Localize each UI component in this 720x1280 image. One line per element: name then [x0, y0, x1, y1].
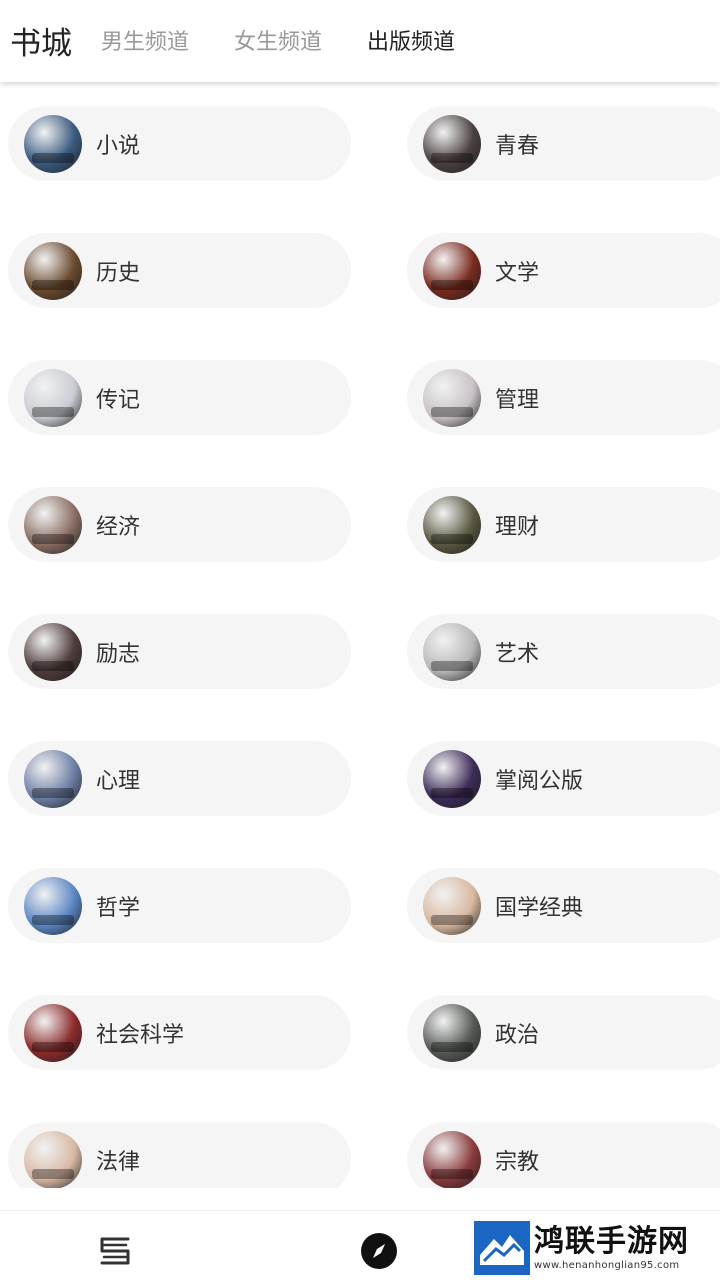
category-item-youth[interactable]: 青春	[407, 106, 720, 181]
tab-female-channel[interactable]: 女生频道	[234, 24, 322, 56]
category-item-chinese-classics[interactable]: 国学经典	[407, 868, 720, 943]
category-label: 艺术	[495, 641, 540, 667]
category-item-novel[interactable]: 小说	[8, 106, 351, 181]
watermark-url: www.henanhonglian95.com	[534, 1260, 680, 1271]
category-item-law[interactable]: 法律	[8, 1122, 351, 1188]
category-cover-icon	[423, 622, 481, 681]
category-label: 传记	[96, 387, 141, 413]
category-cover-icon	[423, 241, 481, 300]
top-header: 书城 男生频道 女生频道 出版频道	[0, 0, 720, 82]
category-label: 政治	[495, 1022, 540, 1048]
category-label: 法律	[96, 1149, 141, 1175]
category-label: 经济	[96, 514, 141, 540]
category-item-finance[interactable]: 理财	[407, 487, 720, 562]
category-grid: 小说 历史 传记 经济 励志 心理 哲学 社会科学 法律 青春 文学 管理 理财…	[0, 82, 720, 1188]
category-item-management[interactable]: 管理	[407, 360, 720, 435]
category-item-social-science[interactable]: 社会科学	[8, 995, 351, 1070]
watermark: 鸿联手游网 www.henanhonglian95.com	[474, 1219, 720, 1277]
category-item-biography[interactable]: 传记	[8, 360, 351, 435]
category-label: 青春	[495, 133, 540, 159]
category-item-economics[interactable]: 经济	[8, 487, 351, 562]
category-item-inspirational[interactable]: 励志	[8, 614, 351, 689]
category-item-history[interactable]: 历史	[8, 233, 351, 308]
category-item-art[interactable]: 艺术	[407, 614, 720, 689]
category-cover-icon	[24, 876, 82, 935]
category-label: 心理	[96, 768, 141, 794]
category-cover-icon	[24, 114, 82, 173]
category-cover-icon	[24, 368, 82, 427]
category-label: 管理	[495, 387, 540, 413]
category-cover-icon	[24, 622, 82, 681]
category-label: 国学经典	[495, 895, 584, 921]
tab-male-channel[interactable]: 男生频道	[101, 24, 189, 56]
category-item-literature[interactable]: 文学	[407, 233, 720, 308]
category-item-psychology[interactable]: 心理	[8, 741, 351, 816]
category-cover-icon	[423, 495, 481, 554]
category-cover-icon	[24, 749, 82, 808]
page-title: 书城	[10, 26, 72, 62]
category-label: 社会科学	[96, 1022, 185, 1048]
category-cover-icon	[423, 1130, 481, 1188]
category-item-religion[interactable]: 宗教	[407, 1122, 720, 1188]
watermark-logo-icon	[474, 1221, 530, 1275]
category-cover-icon	[423, 876, 481, 935]
bookshelf-icon-graphic	[100, 1237, 130, 1265]
category-cover-icon	[423, 114, 481, 173]
watermark-name: 鸿联手游网	[534, 1224, 689, 1259]
category-item-philosophy[interactable]: 哲学	[8, 868, 351, 943]
category-label: 历史	[96, 260, 141, 286]
category-cover-icon	[423, 749, 481, 808]
category-label: 宗教	[495, 1149, 540, 1175]
category-cover-icon	[423, 368, 481, 427]
category-label: 励志	[96, 641, 141, 667]
category-label: 文学	[495, 260, 540, 286]
category-cover-icon	[24, 1003, 82, 1062]
category-cover-icon	[24, 241, 82, 300]
category-label: 哲学	[96, 895, 141, 921]
category-cover-icon	[24, 495, 82, 554]
category-item-public-domain[interactable]: 掌阅公版	[407, 741, 720, 816]
compass-icon[interactable]	[359, 1231, 399, 1271]
category-item-politics[interactable]: 政治	[407, 995, 720, 1070]
category-label: 掌阅公版	[495, 768, 584, 794]
category-label: 理财	[495, 514, 540, 540]
category-cover-icon	[423, 1003, 481, 1062]
compass-icon-graphic	[361, 1233, 397, 1269]
category-cover-icon	[24, 1130, 82, 1188]
bookshelf-icon[interactable]	[94, 1231, 134, 1271]
category-label: 小说	[96, 133, 141, 159]
tab-publish-channel[interactable]: 出版频道	[367, 24, 455, 56]
